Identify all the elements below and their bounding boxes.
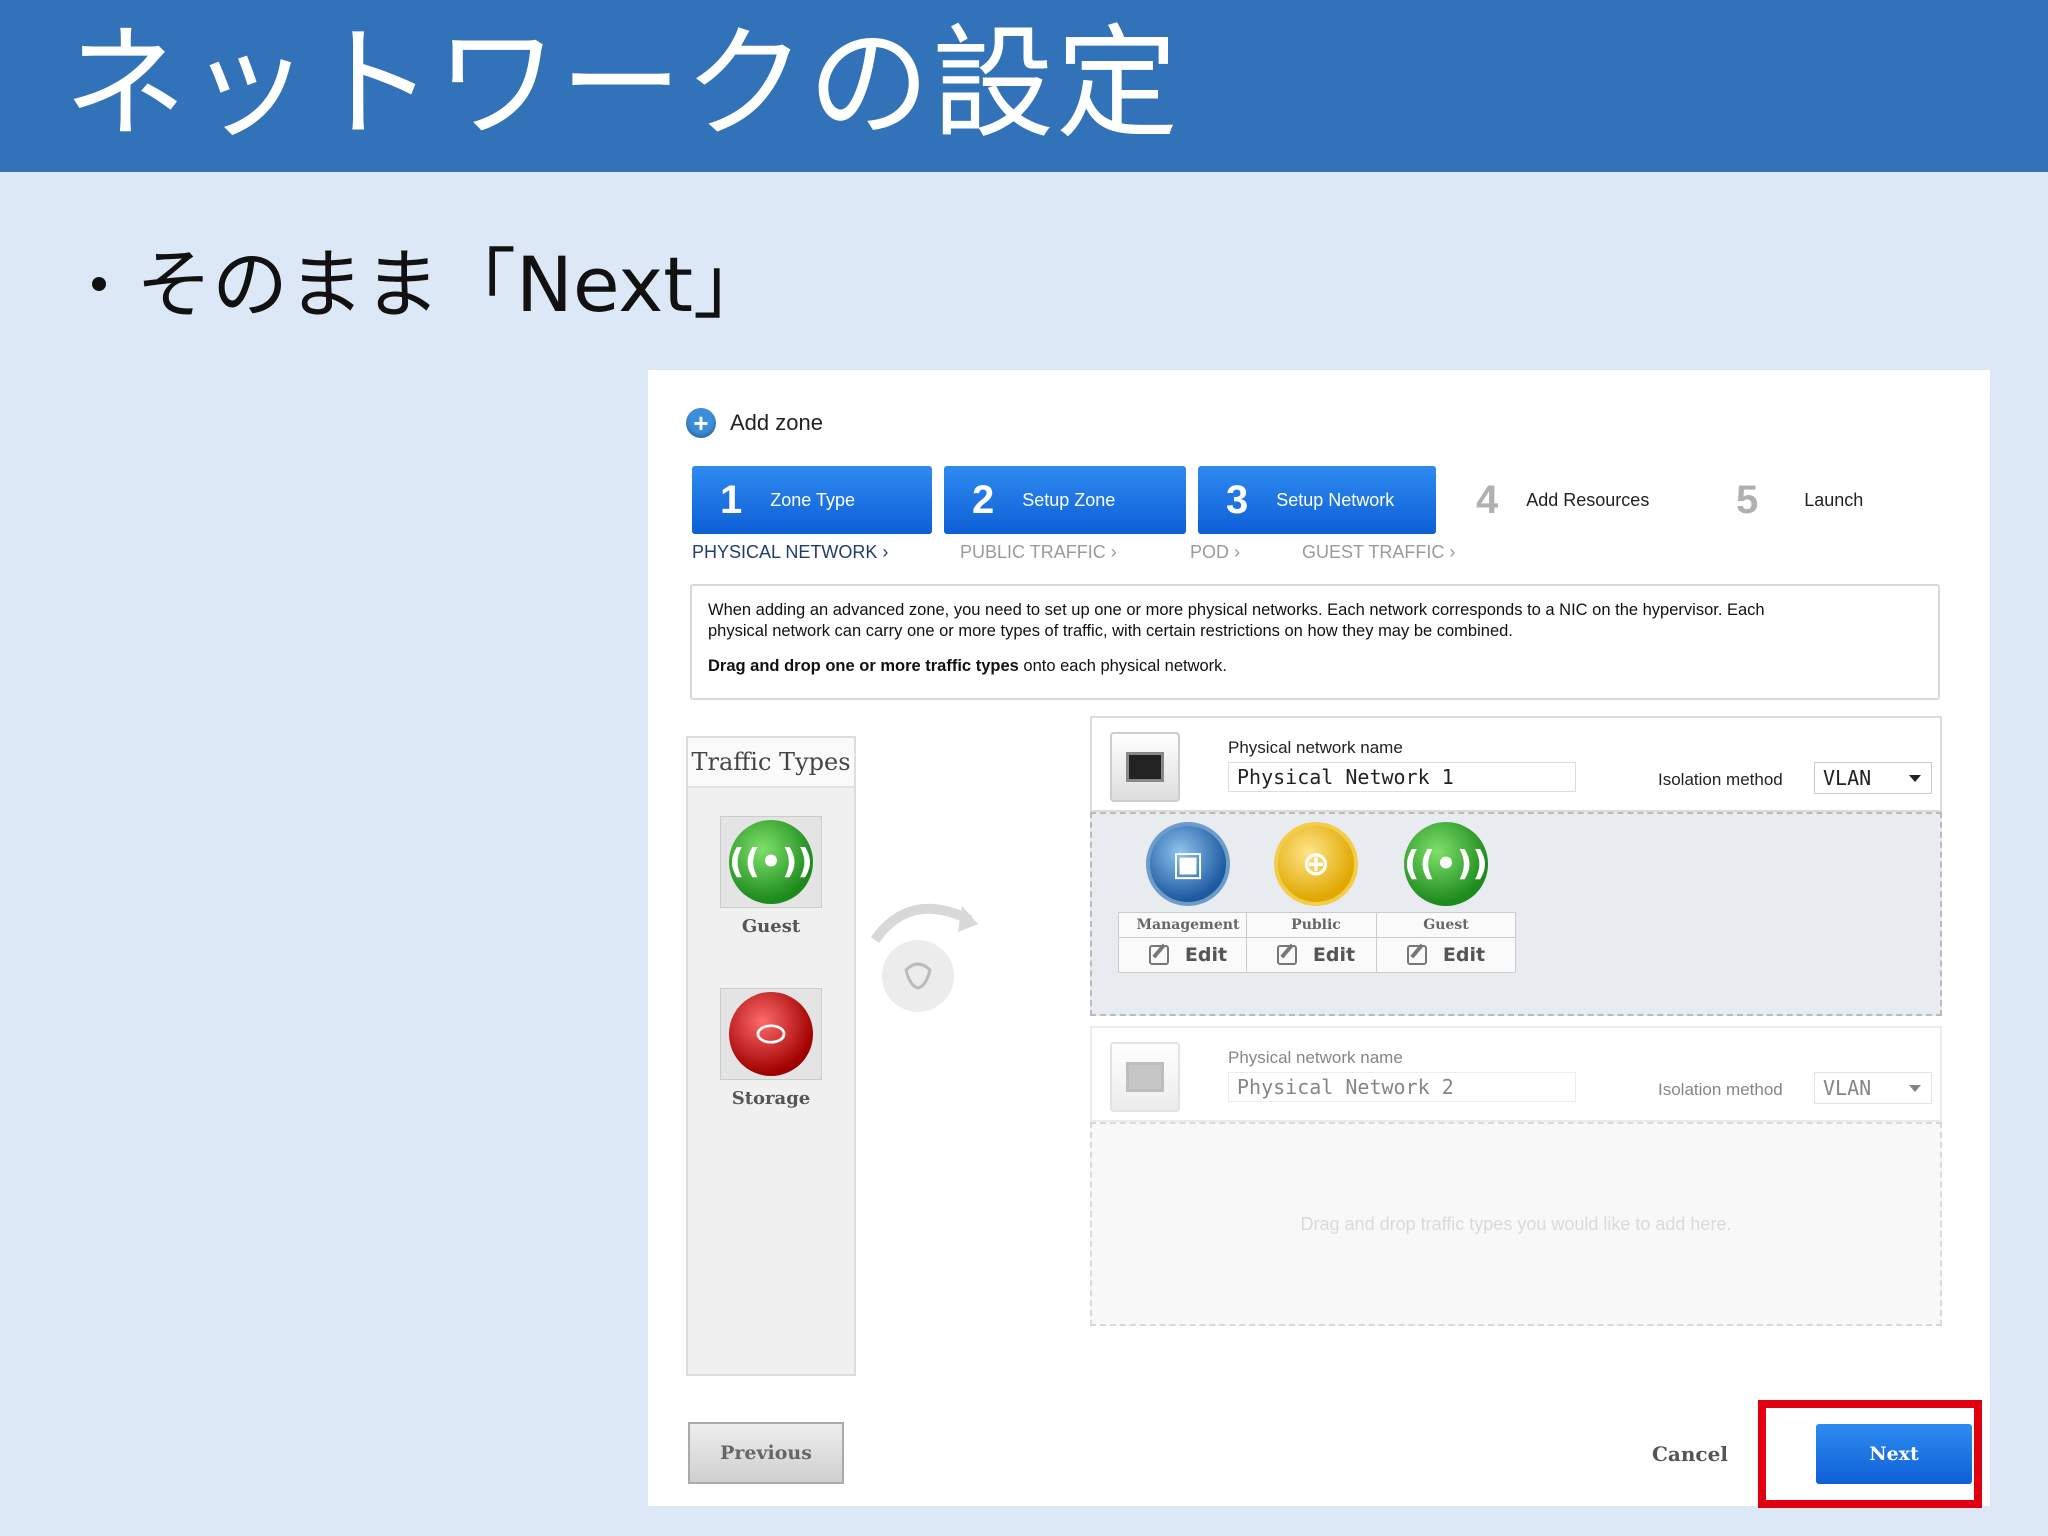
step-number: 1 xyxy=(720,477,743,522)
step-number: 2 xyxy=(972,477,995,522)
plus-circle-icon: + xyxy=(686,408,716,438)
network-port-icon xyxy=(1110,732,1180,802)
traffic-drop-zone[interactable]: Drag and drop traffic types you would li… xyxy=(1090,1122,1942,1326)
edit-public-button[interactable]: Edit xyxy=(1246,938,1386,973)
subnav-guest-traffic[interactable]: GUEST TRAFFIC › xyxy=(1302,542,1455,563)
traffic-label: Management xyxy=(1118,912,1258,938)
info-text-2: physical network can carry one or more t… xyxy=(708,622,1513,640)
chevron-down-icon xyxy=(1909,1085,1921,1092)
physical-network-1: Physical network name Physical Network 1… xyxy=(1090,716,1942,1016)
edit-guest-button[interactable]: Edit xyxy=(1376,938,1516,973)
dialog-title: + Add zone xyxy=(686,408,823,438)
drop-hint-text: Drag and drop traffic types you would li… xyxy=(1300,1214,1732,1234)
traffic-type-guest[interactable]: ((•)) Guest xyxy=(716,816,826,937)
subnav-physical-network[interactable]: PHYSICAL NETWORK › xyxy=(692,542,888,563)
next-highlight-box xyxy=(1758,1400,1982,1508)
network-name-input[interactable]: Physical Network 1 xyxy=(1228,762,1576,792)
step-number: 4 xyxy=(1476,477,1499,522)
traffic-types-panel: Traffic Types ((•)) Guest ⬭ Storage xyxy=(686,736,856,1376)
edit-management-button[interactable]: Edit xyxy=(1118,938,1258,973)
physical-network-2: Physical network name Physical Network 2… xyxy=(1090,1026,1942,1326)
cancel-button[interactable]: Cancel xyxy=(1652,1442,1728,1466)
drag-hand-icon xyxy=(870,903,978,1012)
subnav-pod[interactable]: POD › xyxy=(1190,542,1240,563)
subnav-public-traffic[interactable]: PUBLIC TRAFFIC › xyxy=(960,542,1117,563)
step-number: 3 xyxy=(1226,477,1249,522)
network-name-label: Physical network name xyxy=(1228,1048,1403,1067)
physical-network-header: Physical network name Physical Network 1… xyxy=(1090,716,1942,812)
step-launch: 5 Launch xyxy=(1708,466,1938,534)
bullet-text: そのまま「Next」 xyxy=(136,240,770,329)
edit-label: Edit xyxy=(1442,944,1486,966)
chevron-down-icon xyxy=(1909,775,1921,782)
storage-icon: ⬭ xyxy=(729,992,813,1076)
management-icon: ▣ xyxy=(1146,822,1230,906)
traffic-label: Public xyxy=(1246,912,1386,938)
isolation-method-label: Isolation method xyxy=(1658,770,1783,789)
isolation-method-select[interactable]: VLAN xyxy=(1814,1072,1932,1104)
step-label: Launch xyxy=(1804,489,1864,510)
traffic-icon-box: ((•)) xyxy=(720,816,822,908)
traffic-type-label: Storage xyxy=(731,1088,811,1109)
physical-network-header: Physical network name Physical Network 2… xyxy=(1090,1026,1942,1122)
wizard-steps: 1 Zone Type 2 Setup Zone 3 Setup Network… xyxy=(692,466,1962,534)
globe-icon: ⊕ xyxy=(1274,822,1358,906)
info-text-1: When adding an advanced zone, you need t… xyxy=(708,601,1765,619)
edit-icon xyxy=(1406,945,1427,965)
edit-icon xyxy=(1276,945,1297,965)
traffic-drop-zone[interactable]: ▣ Management Edit ⊕ Public Edit ((•)) Gu… xyxy=(1090,812,1942,1016)
traffic-public[interactable]: ⊕ Public Edit xyxy=(1246,822,1386,973)
edit-label: Edit xyxy=(1184,944,1228,966)
step-setup-zone[interactable]: 2 Setup Zone xyxy=(944,466,1186,534)
wireless-icon: ((•)) xyxy=(1404,822,1488,906)
traffic-icon-box: ⬭ xyxy=(720,988,822,1080)
previous-button[interactable]: Previous xyxy=(688,1422,844,1484)
step-label: Setup Zone xyxy=(1022,489,1116,510)
info-drag-bold: Drag and drop one or more traffic types xyxy=(708,657,1019,675)
step-label: Add Resources xyxy=(1526,489,1650,510)
traffic-guest[interactable]: ((•)) Guest Edit xyxy=(1376,822,1516,973)
wireless-icon: ((•)) xyxy=(729,820,813,904)
edit-label: Edit xyxy=(1312,944,1356,966)
step-label: Setup Network xyxy=(1276,489,1395,510)
traffic-management[interactable]: ▣ Management Edit xyxy=(1118,822,1258,973)
traffic-types-title: Traffic Types xyxy=(688,738,854,788)
traffic-label: Guest xyxy=(1376,912,1516,938)
slide-bullet: そのまま「Next」 xyxy=(92,235,769,335)
network-name-label: Physical network name xyxy=(1228,738,1403,757)
isolation-method-select[interactable]: VLAN xyxy=(1814,762,1932,794)
traffic-type-storage[interactable]: ⬭ Storage xyxy=(716,988,826,1109)
isolation-method-value: VLAN xyxy=(1823,766,1872,790)
add-zone-screenshot: + Add zone 1 Zone Type 2 Setup Zone 3 Se… xyxy=(648,370,1990,1508)
isolation-method-value: VLAN xyxy=(1823,1076,1872,1100)
bullet-dot xyxy=(92,277,106,291)
step-setup-network[interactable]: 3 Setup Network xyxy=(1198,466,1436,534)
slide-title-bar: ネットワークの設定 xyxy=(0,0,2048,172)
step-add-resources: 4 Add Resources xyxy=(1448,466,1668,534)
info-drag-rest: onto each physical network. xyxy=(1018,657,1228,675)
network-name-input[interactable]: Physical Network 2 xyxy=(1228,1072,1576,1102)
step-label: Zone Type xyxy=(770,489,855,510)
dialog-title-text: Add zone xyxy=(730,410,823,435)
slide-title: ネットワークの設定 xyxy=(64,13,1180,155)
step-number: 5 xyxy=(1736,477,1759,522)
info-box: When adding an advanced zone, you need t… xyxy=(690,584,1940,700)
traffic-type-label: Guest xyxy=(741,916,801,937)
edit-icon xyxy=(1148,945,1169,965)
info-drag-text: Drag and drop one or more traffic types … xyxy=(708,656,1922,677)
step-zone-type[interactable]: 1 Zone Type xyxy=(692,466,932,534)
network-port-icon xyxy=(1110,1042,1180,1112)
isolation-method-label: Isolation method xyxy=(1658,1080,1783,1099)
